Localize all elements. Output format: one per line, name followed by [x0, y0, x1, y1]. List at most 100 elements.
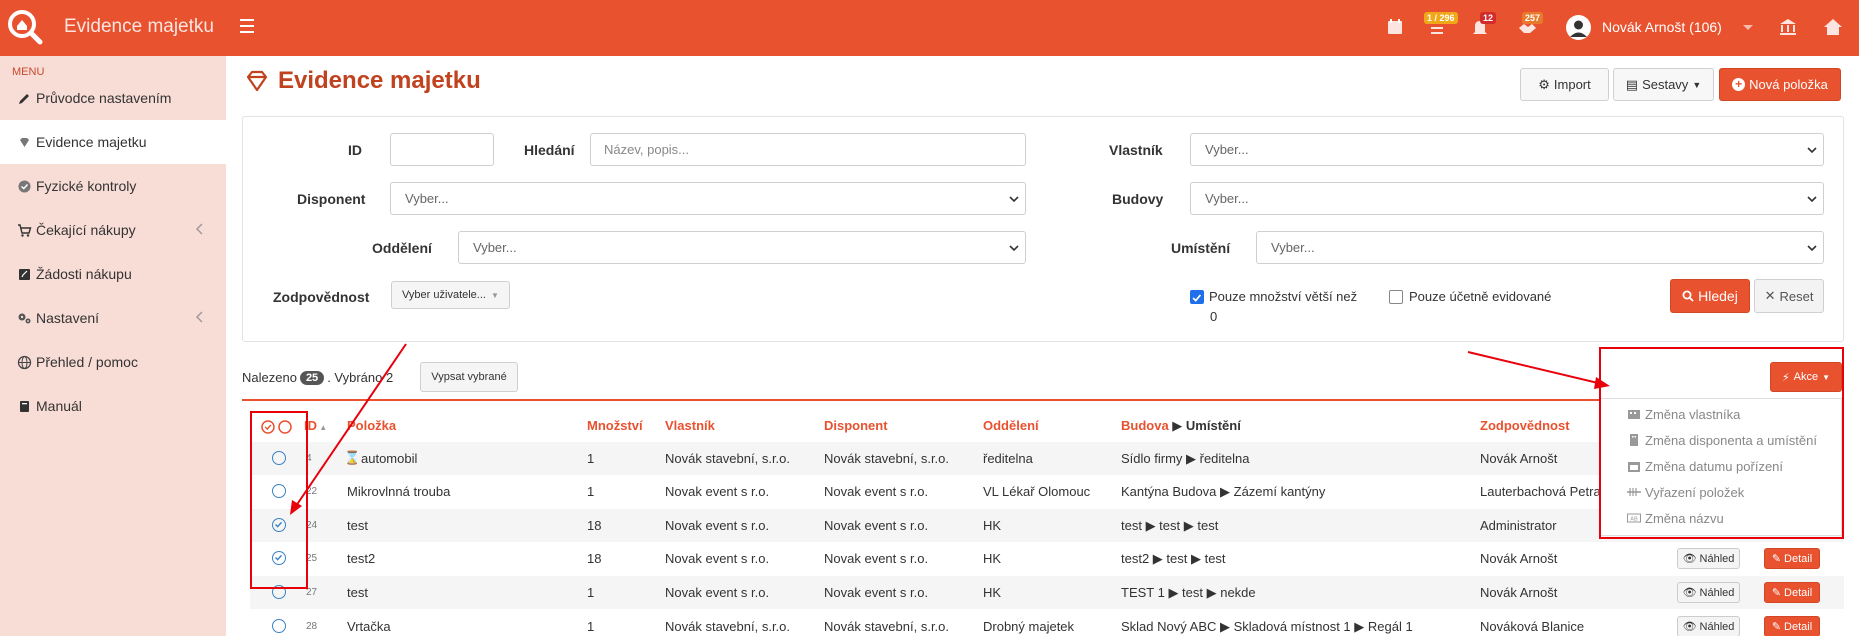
chevron-down-icon	[1807, 147, 1817, 154]
owner-label: Vlastník	[1109, 142, 1163, 158]
calendar-icon[interactable]	[1382, 14, 1408, 40]
sidebar-item-asset-register[interactable]: Evidence majetku	[0, 120, 226, 164]
app-title[interactable]: Evidence majetku	[64, 16, 214, 38]
import-button[interactable]: ⚙ Import	[1520, 68, 1609, 101]
qty-greater-checkbox[interactable]	[1190, 290, 1204, 304]
header-owner[interactable]: Vlastník	[665, 418, 715, 433]
page-title-text: Evidence majetku	[278, 67, 481, 94]
qty-greater-label: Pouze množství větší než	[1209, 289, 1358, 304]
sidebar-item-label: Manuál	[36, 398, 82, 414]
responsibility-select[interactable]: Vyber uživatele... ▼	[391, 281, 510, 309]
sidebar: MENU Průvodce nastavením Evidence majetk…	[0, 56, 226, 636]
table-row[interactable]: 25 test2 18 Novak event s r.o. Novak event s…	[250, 542, 1844, 575]
sidebar-item-label: Evidence majetku	[36, 134, 147, 150]
table-row[interactable]: 27 test 1 Novak event s r.o. Novak event s r…	[250, 576, 1844, 609]
responsibility-label: Zodpovědnost	[273, 289, 370, 305]
row-responsibility: Administrator	[1480, 518, 1557, 533]
search-button-label: Hledej	[1698, 288, 1738, 304]
check-circle-icon	[18, 180, 31, 192]
table-row[interactable]: 28 Vrtačka 1 Novák stavební, s.r.o. Novák st…	[250, 610, 1844, 636]
owner-select[interactable]: Vyber...	[1190, 133, 1824, 166]
header-building-label: Budova	[1121, 418, 1169, 433]
globe-icon	[17, 355, 32, 369]
qty-value[interactable]: 0	[1210, 309, 1217, 324]
accounting-only-checkbox[interactable]	[1389, 290, 1403, 304]
cart-icon	[18, 223, 32, 237]
list-selected-button[interactable]: Vypsat vybrané	[420, 362, 518, 392]
chevron-left-icon	[196, 311, 203, 323]
preview-button[interactable]: 👁 Náhled	[1677, 582, 1740, 603]
sidebar-item-overview-help[interactable]: Přehled / pomoc	[0, 340, 226, 384]
gears-icon: ⚙	[1538, 76, 1550, 92]
sidebar-item-manual[interactable]: Manuál	[0, 384, 226, 428]
pencil-icon	[19, 93, 29, 104]
header-quantity[interactable]: Množství	[587, 418, 643, 433]
search-button[interactable]: Hledej	[1670, 279, 1750, 313]
results-summary: Nalezeno 25 . Vybráno 2	[242, 370, 393, 385]
preview-button-label: Náhled	[1699, 552, 1735, 565]
header-building-location[interactable]: Budova ▶ Umístění	[1121, 418, 1241, 434]
disponent-select[interactable]: Vyber...	[390, 182, 1026, 215]
preview-button[interactable]: 👁 Náhled	[1677, 616, 1740, 636]
department-select[interactable]: Vyber...	[458, 231, 1026, 264]
header-department[interactable]: Oddělení	[983, 418, 1039, 433]
sidebar-item-physical-checks[interactable]: Fyzické kontroly	[0, 164, 226, 208]
header-responsibility[interactable]: Zodpovědnost	[1480, 418, 1570, 433]
pencil-icon: ✎	[1771, 553, 1782, 565]
chevron-down-icon	[1807, 245, 1817, 252]
row-qty: 1	[587, 484, 595, 499]
sidebar-item-label: Průvodce nastavením	[36, 90, 172, 106]
sidebar-item-purchase-requests[interactable]: Žádosti nákupu	[0, 252, 226, 296]
row-responsibility: Nováková Blanice	[1480, 619, 1585, 634]
row-disponent: Novak event s r.o.	[824, 484, 929, 499]
sidebar-item-label: Přehled / pomoc	[36, 354, 138, 370]
header-disponent[interactable]: Disponent	[824, 418, 888, 433]
row-disponent: Novák stavební, s.r.o.	[824, 619, 950, 634]
new-item-button[interactable]: + Nová položka	[1719, 68, 1841, 101]
row-item: test	[347, 518, 368, 533]
institution-icon[interactable]	[1775, 14, 1801, 40]
book-icon	[20, 400, 29, 412]
caret-down-icon: ▼	[490, 290, 499, 300]
home-icon[interactable]	[1820, 14, 1846, 40]
sidebar-item-setup-wizard[interactable]: Průvodce nastavením	[0, 76, 226, 120]
location-select[interactable]: Vyber...	[1256, 231, 1824, 264]
chevron-down-icon	[1009, 245, 1019, 252]
row-select-radio[interactable]	[272, 619, 286, 633]
sidebar-item-settings[interactable]: Nastavení	[0, 296, 226, 340]
row-location: test2 ▶ test ▶ test	[1121, 551, 1226, 566]
row-item: test	[347, 585, 368, 600]
buildings-select[interactable]: Vyber...	[1190, 182, 1824, 215]
annotation-box-actions-menu	[1599, 347, 1844, 539]
logo-search-house-icon[interactable]	[6, 8, 44, 46]
row-responsibility: Novák Arnošt	[1480, 551, 1558, 566]
row-item: automobil	[361, 451, 418, 466]
reports-button[interactable]: ▤ Sestavy ▼	[1613, 68, 1714, 101]
user-avatar[interactable]	[1566, 15, 1591, 40]
user-dropdown-caret-icon[interactable]	[1735, 14, 1761, 40]
eye-icon: 👁	[1682, 553, 1697, 565]
header-item[interactable]: Položka	[347, 418, 396, 433]
accounting-only-label: Pouze účetně evidované	[1409, 289, 1552, 304]
row-department: VL Lékař Olomouc	[983, 484, 1091, 499]
list-selected-button-label: Vypsat vybrané	[431, 371, 507, 383]
detail-button[interactable]: ✎ Detail	[1764, 582, 1820, 603]
menu-toggle-icon[interactable]	[240, 18, 258, 34]
sidebar-item-pending-purchases[interactable]: Čekající nákupy	[0, 208, 226, 252]
disponent-select-value: Vyber...	[405, 191, 449, 206]
location-label: Umístění	[1171, 240, 1231, 256]
row-item: Vrtačka	[347, 619, 391, 634]
id-input[interactable]	[390, 133, 494, 166]
row-qty: 1	[587, 585, 595, 600]
sidebar-item-label: Fyzické kontroly	[36, 178, 137, 194]
search-input-placeholder: Název, popis...	[604, 142, 690, 157]
detail-button[interactable]: ✎ Detail	[1764, 548, 1820, 569]
preview-button[interactable]: 👁 Náhled	[1677, 548, 1740, 569]
location-select-value: Vyber...	[1271, 240, 1315, 255]
messages-badge: 257	[1522, 12, 1544, 24]
detail-button[interactable]: ✎ Detail	[1764, 616, 1820, 636]
reset-button[interactable]: ✕ Reset	[1754, 279, 1824, 313]
search-input[interactable]: Název, popis...	[590, 133, 1026, 166]
user-name[interactable]: Novák Arnošt (106)	[1602, 19, 1722, 35]
detail-button-label: Detail	[1784, 586, 1813, 599]
